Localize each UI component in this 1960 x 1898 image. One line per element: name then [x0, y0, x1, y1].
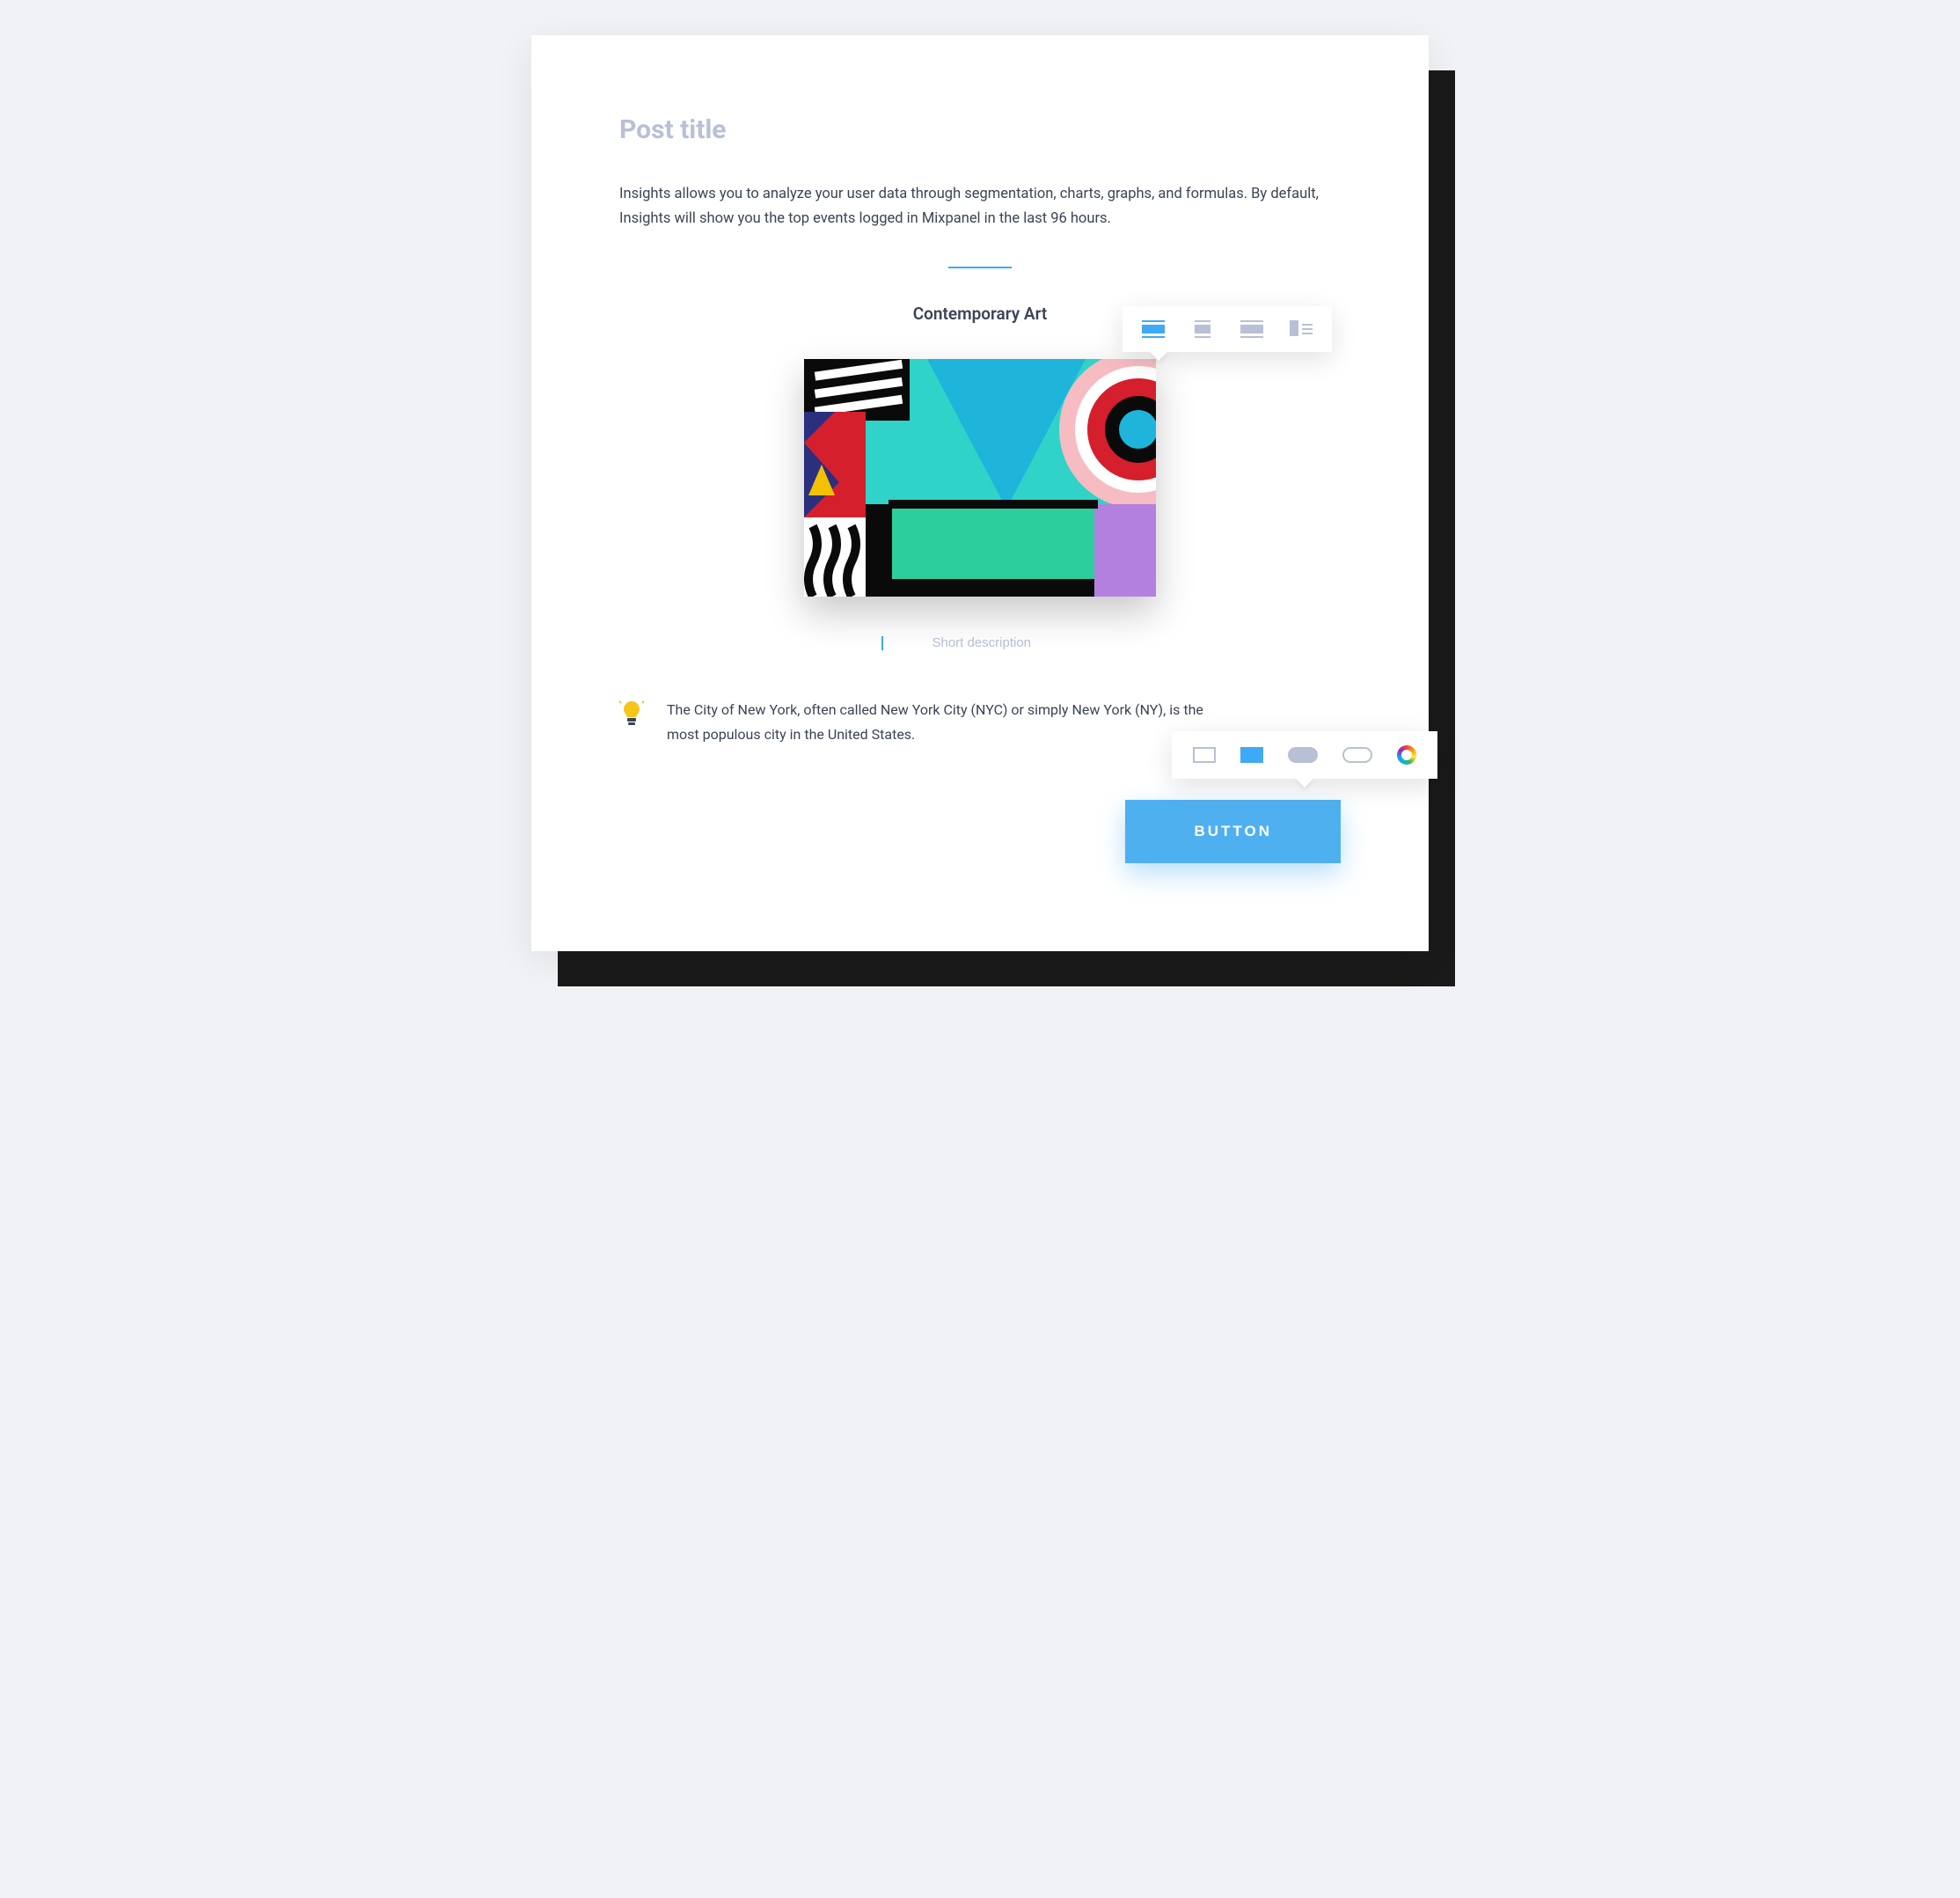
- section-divider: [948, 267, 1012, 268]
- short-description-input[interactable]: [885, 632, 1079, 654]
- media-block[interactable]: [804, 359, 1156, 597]
- text-cursor: [881, 636, 883, 650]
- media-image[interactable]: [804, 359, 1156, 597]
- lightbulb-icon: [619, 700, 644, 729]
- tip-text[interactable]: The City of New York, often called New Y…: [667, 698, 1230, 747]
- button-area: BUTTON: [619, 800, 1341, 863]
- intro-paragraph[interactable]: Insights allows you to analyze your user…: [619, 182, 1341, 231]
- style-pill-fill-icon[interactable]: [1288, 747, 1318, 763]
- style-pill-outline-icon[interactable]: [1342, 747, 1372, 763]
- layout-centered-icon[interactable]: [1191, 320, 1214, 338]
- button-style-popover: [1172, 731, 1437, 779]
- style-square-fill-icon[interactable]: [1240, 747, 1263, 763]
- layout-popover: [1123, 306, 1332, 352]
- style-square-outline-icon[interactable]: [1193, 747, 1216, 763]
- layout-fullwidth-icon[interactable]: [1142, 320, 1165, 338]
- layout-wide-icon[interactable]: [1240, 320, 1263, 338]
- short-description-row: [619, 632, 1341, 654]
- cta-button[interactable]: BUTTON: [1125, 800, 1341, 863]
- color-picker-icon[interactable]: [1397, 745, 1416, 765]
- editor-card: Post title Insights allows you to analyz…: [531, 35, 1429, 951]
- post-title[interactable]: Post title: [619, 114, 1341, 145]
- layout-left-icon[interactable]: [1290, 320, 1313, 338]
